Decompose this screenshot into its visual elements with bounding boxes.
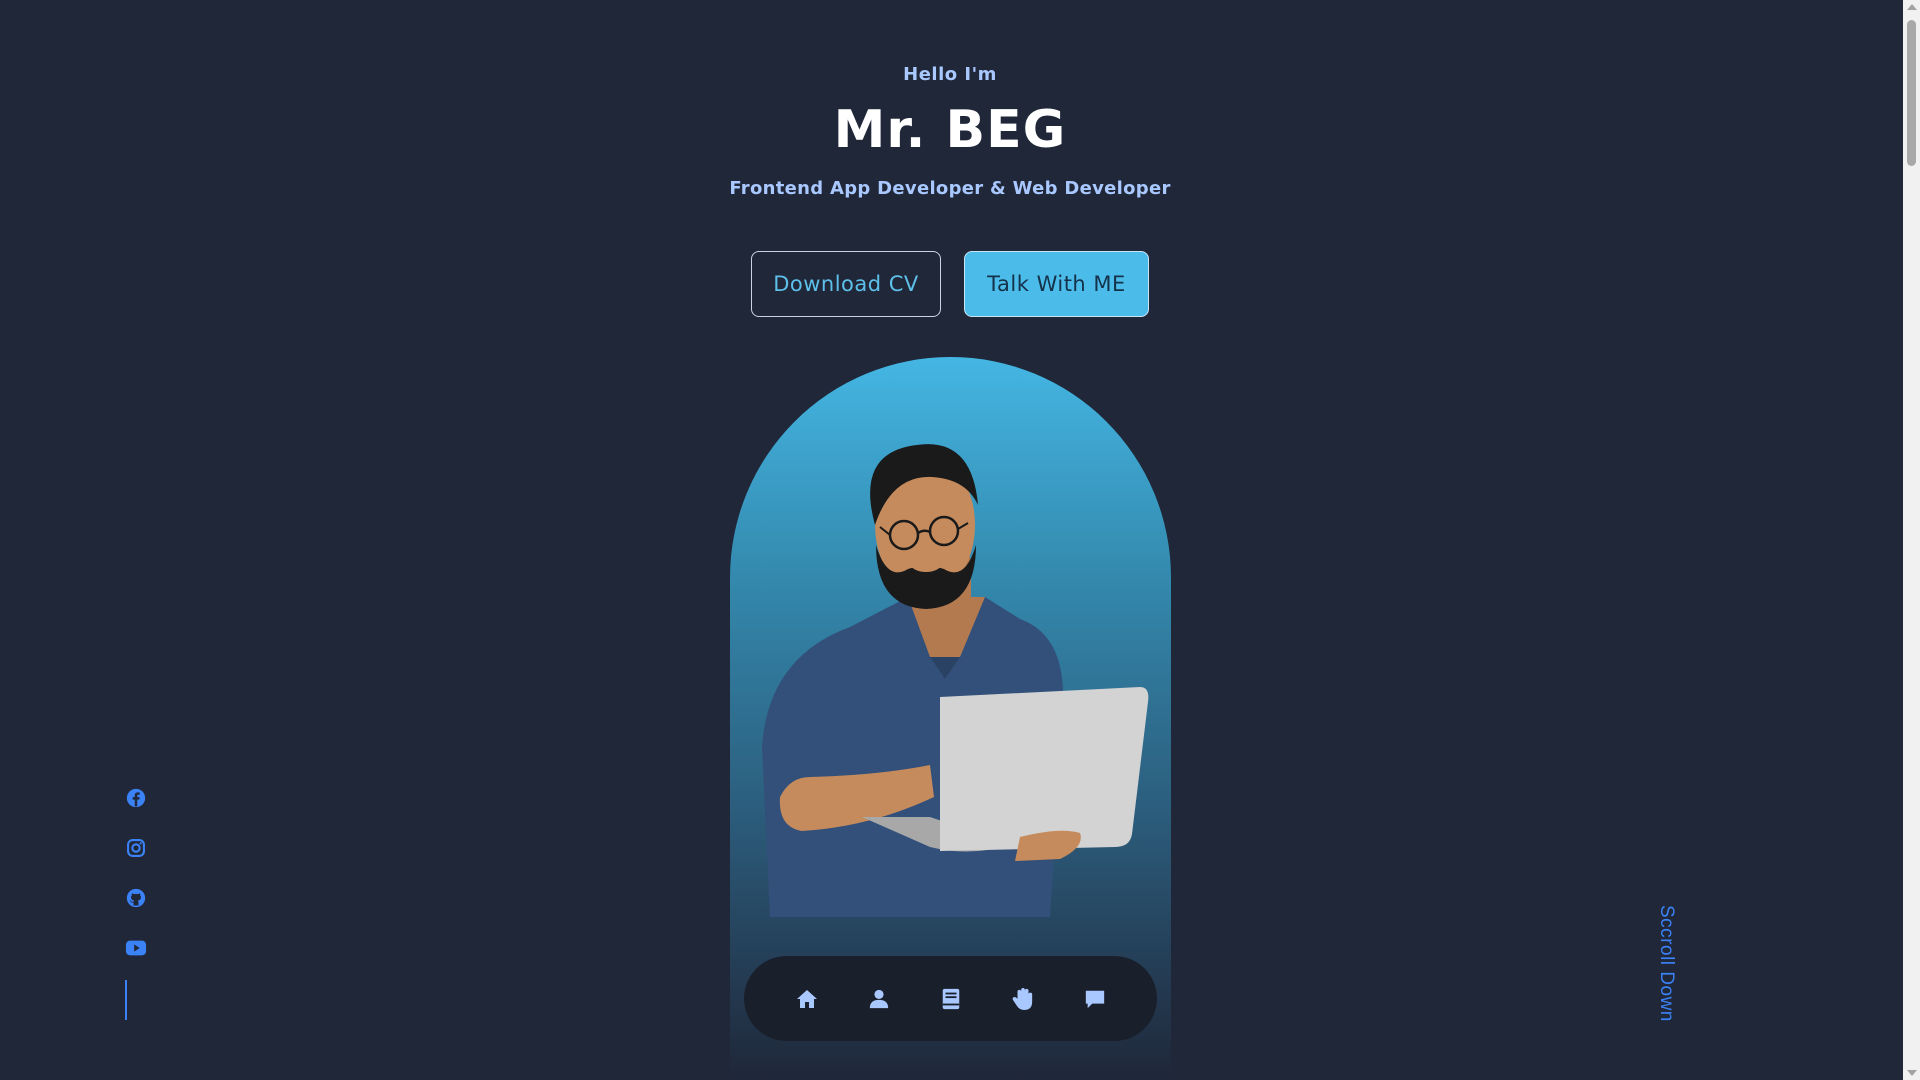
book-icon[interactable] [937, 985, 965, 1013]
user-icon[interactable] [865, 985, 893, 1013]
scrollbar-thumb[interactable] [1907, 20, 1916, 166]
page: Hello I'm Mr. BEG Frontend App Developer… [0, 0, 1920, 1080]
scroll-down-arrow-icon[interactable] [1907, 1070, 1917, 1076]
greeting-text: Hello I'm [903, 64, 997, 85]
scroll-down-link[interactable]: Sccroll Down [1655, 905, 1677, 1022]
hero-role: Frontend App Developer & Web Developer [729, 178, 1171, 199]
download-cv-button[interactable]: Download CV [751, 251, 941, 317]
home-icon[interactable] [793, 985, 821, 1013]
vertical-scrollbar[interactable] [1903, 0, 1920, 1080]
facebook-icon[interactable] [122, 784, 150, 812]
scroll-up-arrow-icon[interactable] [1907, 4, 1917, 10]
hero-name: Mr. BEG [833, 100, 1067, 160]
youtube-icon[interactable] [122, 934, 150, 962]
hand-icon[interactable] [1009, 985, 1037, 1013]
message-icon[interactable] [1081, 985, 1109, 1013]
social-links [122, 784, 150, 984]
bottom-nav-dock [744, 956, 1157, 1041]
github-icon[interactable] [122, 884, 150, 912]
social-divider-line [125, 980, 127, 1020]
instagram-icon[interactable] [122, 834, 150, 862]
talk-with-me-button[interactable]: Talk With ME [964, 251, 1149, 317]
